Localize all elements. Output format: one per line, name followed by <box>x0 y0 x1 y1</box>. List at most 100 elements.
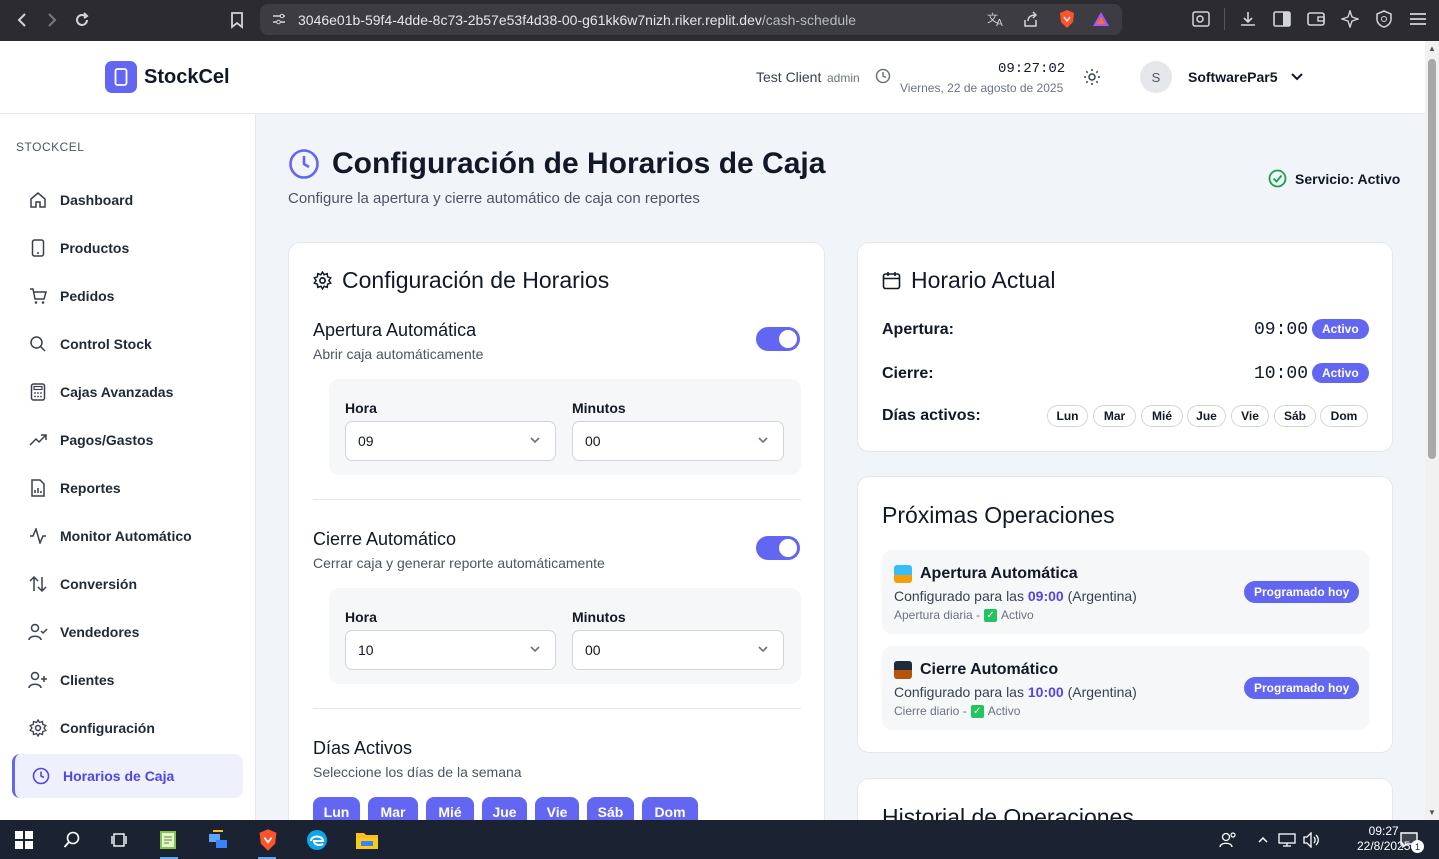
operation-title: Cierre Automático <box>894 661 1058 679</box>
chevron-up-icon[interactable] <box>1250 827 1276 853</box>
operation-time: 10:00 <box>1027 684 1064 700</box>
sidebar: STOCKCEL Dashboard Productos Pedidos Con… <box>0 114 256 820</box>
sidebar-item-configuracion[interactable]: Configuración <box>12 706 243 750</box>
search-icon[interactable] <box>59 827 85 853</box>
brave-browser-icon[interactable] <box>255 827 281 853</box>
user-name[interactable]: SoftwarePar5 <box>1188 69 1277 85</box>
logo-icon[interactable] <box>105 61 137 93</box>
sidebar-item-label: Pagos/Gastos <box>60 432 154 448</box>
browser-toolbar: 3046e01b-59f4-4dde-8c73-2b57e53f4d38-00-… <box>0 0 1439 41</box>
opening-hour-select[interactable]: 09 <box>345 421 556 461</box>
page-scrollbar[interactable]: ▲ ▼ <box>1425 41 1439 820</box>
forward-icon[interactable] <box>36 5 66 35</box>
url-path: /cash-schedule <box>761 11 857 28</box>
network-app-icon[interactable] <box>205 827 231 853</box>
edge-browser-icon[interactable] <box>304 827 330 853</box>
current-opening-label: Apertura: <box>882 321 955 338</box>
client-name: Test Client <box>756 69 822 85</box>
user-check-icon <box>28 622 48 642</box>
current-title-text: Horario Actual <box>911 267 1056 293</box>
download-icon[interactable] <box>1237 8 1259 30</box>
sidebar-item-clientes[interactable]: Clientes <box>12 658 243 702</box>
sidebar-item-conversion[interactable]: Conversión <box>12 562 243 606</box>
brand-name[interactable]: StockCel <box>144 66 230 89</box>
theme-toggle-icon[interactable] <box>1083 68 1101 91</box>
opening-minutes-select[interactable]: 00 <box>572 421 784 461</box>
service-status: Servicio: Activo <box>1268 169 1400 188</box>
sidebar-item-dashboard[interactable]: Dashboard <box>12 178 243 222</box>
calculator-icon <box>28 382 48 402</box>
day-chip: Mié <box>1141 405 1183 427</box>
translate-icon[interactable]: 文A <box>987 11 1005 30</box>
clock-icon <box>31 766 51 786</box>
people-icon[interactable] <box>1215 827 1241 853</box>
sidebar-item-cajas-avanzadas[interactable]: Cajas Avanzadas <box>12 370 243 414</box>
divider <box>313 708 801 709</box>
opening-title: Apertura Automática <box>313 320 477 340</box>
scrollbar-thumb[interactable] <box>1428 59 1436 459</box>
sidebar-item-horarios-de-caja[interactable]: Horarios de Caja <box>12 754 243 798</box>
brave-shield-icon[interactable] <box>1058 9 1076 32</box>
sidebar-item-pagos-gastos[interactable]: Pagos/Gastos <box>12 418 243 462</box>
svg-text:A: A <box>996 18 1003 27</box>
windows-start-icon[interactable] <box>11 827 37 853</box>
file-explorer-icon[interactable] <box>354 827 380 853</box>
sidebar-item-label: Horarios de Caja <box>63 768 175 784</box>
cart-icon <box>28 286 48 306</box>
sidebar-item-control-stock[interactable]: Control Stock <box>12 322 243 366</box>
header-date: Viernes, 22 de agosto de 2025 <box>900 81 1064 95</box>
sidebar-item-pedidos[interactable]: Pedidos <box>12 274 243 318</box>
search-icon <box>28 334 48 354</box>
brave-rewards-icon[interactable] <box>1092 11 1110 30</box>
operation-desc-suffix: (Argentina) <box>1067 588 1137 604</box>
closing-minutes-select[interactable]: 00 <box>572 630 784 670</box>
closing-hour-select[interactable]: 10 <box>345 630 556 670</box>
sunrise-icon <box>894 565 912 583</box>
page-subtitle: Configure la apertura y cierre automátic… <box>288 190 700 207</box>
opening-toggle[interactable] <box>756 327 800 351</box>
sidebar-item-monitor-automatico[interactable]: Monitor Automático <box>12 514 243 558</box>
site-settings-icon[interactable] <box>272 12 286 29</box>
page-title: Configuración de Horarios de Caja <box>332 147 826 180</box>
sidebar-toggle-icon[interactable] <box>1271 8 1293 30</box>
task-view-icon[interactable] <box>107 827 133 853</box>
avatar[interactable]: S <box>1140 61 1172 93</box>
opening-subtitle: Abrir caja automáticamente <box>313 346 484 362</box>
address-bar[interactable]: 3046e01b-59f4-4dde-8c73-2b57e53f4d38-00-… <box>260 4 1122 35</box>
share-icon[interactable] <box>1022 11 1039 31</box>
app-header: StockCel Test Client admin 09:27:02 Vier… <box>0 41 1425 114</box>
closing-subtitle: Cerrar caja y generar reporte automática… <box>313 555 605 571</box>
scroll-down-icon[interactable]: ▼ <box>1428 808 1436 817</box>
reload-icon[interactable] <box>67 5 97 35</box>
closing-title: Cierre Automático <box>313 529 457 549</box>
closing-time-box: Hora 10 Minutos 00 <box>329 588 801 684</box>
bookmark-icon[interactable] <box>222 5 252 35</box>
sidebar-item-vendedores[interactable]: Vendedores <box>12 610 243 654</box>
client-role: admin <box>827 71 860 85</box>
closing-toggle[interactable] <box>756 536 800 560</box>
current-schedule-card: Horario Actual Apertura: 09:00 Activo Ci… <box>857 242 1393 452</box>
wallet-icon[interactable] <box>1305 8 1327 30</box>
back-icon[interactable] <box>8 5 38 35</box>
leo-ai-icon[interactable] <box>1339 8 1361 30</box>
sidebar-item-label: Reportes <box>60 480 121 496</box>
sidebar-item-reportes[interactable]: Reportes <box>12 466 243 510</box>
network-icon[interactable] <box>1274 827 1300 853</box>
chevron-down-icon[interactable] <box>1290 69 1304 88</box>
notification-icon[interactable]: 1 <box>1396 827 1424 853</box>
status-badge: Activo <box>1312 319 1369 339</box>
vpn-icon[interactable] <box>1373 8 1395 30</box>
notepad-icon[interactable] <box>155 827 181 853</box>
sidebar-item-label: Pedidos <box>60 288 115 304</box>
home-icon <box>28 190 48 210</box>
menu-icon[interactable] <box>1407 8 1429 30</box>
scroll-up-icon[interactable]: ▲ <box>1428 44 1436 53</box>
sidebar-item-productos[interactable]: Productos <box>12 226 243 270</box>
upcoming-title: Próximas Operaciones <box>882 502 1115 528</box>
day-chip: Mar <box>1093 405 1136 427</box>
volume-icon[interactable] <box>1298 827 1324 853</box>
reader-mode-icon[interactable] <box>1190 8 1212 30</box>
operation-description: Configurado para las 10:00 (Argentina) <box>894 684 1137 700</box>
check-icon: ✓ <box>970 704 984 718</box>
sidebar-item-label: Vendedores <box>60 624 140 640</box>
